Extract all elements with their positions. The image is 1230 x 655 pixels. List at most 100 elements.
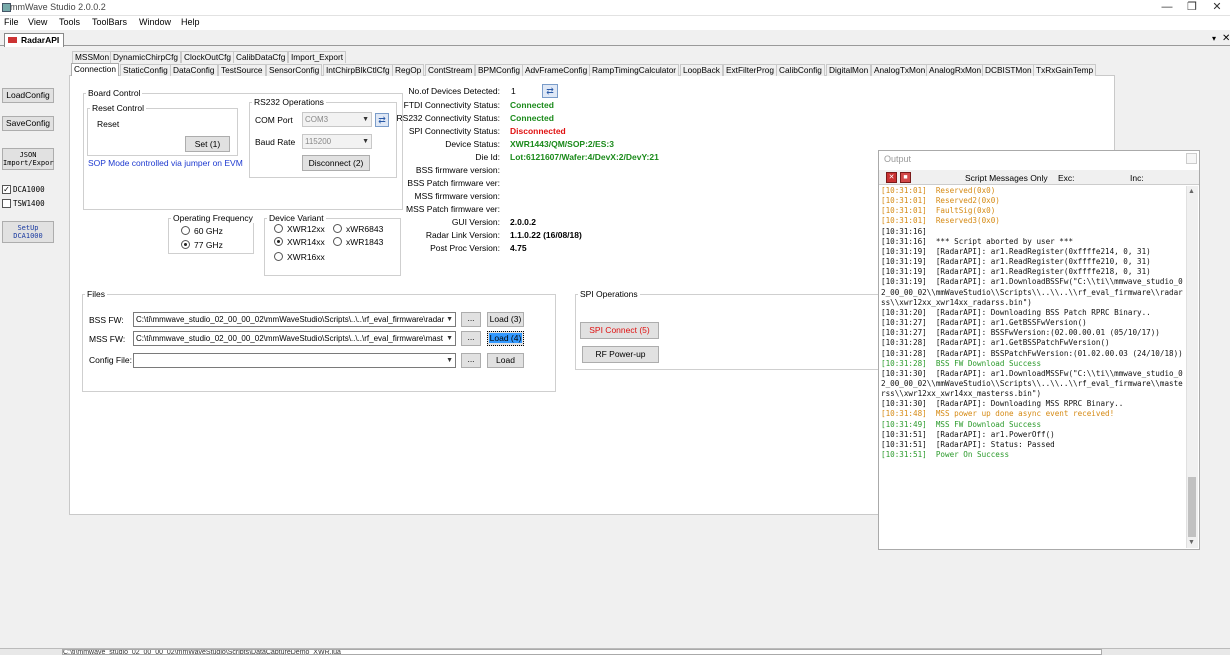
tab-staticconfig[interactable]: StaticConfig — [120, 64, 171, 76]
ftdi-status-label: FTDI Connectivity Status: — [403, 100, 500, 110]
tab-analogtxmon[interactable]: AnalogTxMon — [871, 64, 929, 76]
device-status-label: Device Status: — [445, 139, 500, 149]
minimize-button[interactable]: — — [1160, 1, 1174, 14]
radio-xwr16xx[interactable] — [274, 252, 283, 261]
restore-button[interactable]: ❐ — [1185, 1, 1199, 14]
menu-tools[interactable]: Tools — [59, 17, 80, 27]
tab-intchirpblkctlcfg[interactable]: IntChirpBlkCtlCfg — [323, 64, 393, 76]
menu-file[interactable]: File — [4, 17, 19, 27]
json-import-export-button[interactable]: JSON Import/Expor — [2, 148, 54, 170]
config-file-select[interactable]: ▼ — [133, 353, 456, 368]
load-config-file-button[interactable]: Load — [487, 353, 524, 368]
stop-icon[interactable]: ✕ — [886, 172, 897, 183]
tab-txrxgaintemp[interactable]: TxRxGainTemp — [1033, 64, 1097, 76]
bss-patch-fw-label: BSS Patch firmware ver: — [407, 178, 500, 188]
chevron-down-icon: ▼ — [446, 313, 453, 326]
tab-dynamicchirpcfg[interactable]: DynamicChirpCfg — [110, 51, 182, 63]
document-tab-strip — [0, 32, 1230, 46]
scrollbar-thumb[interactable] — [1188, 477, 1196, 537]
radio-77ghz[interactable] — [181, 240, 190, 249]
die-id-value: Lot:6121607/Wafer:4/DevX:2/DevY:21 — [510, 152, 659, 162]
rf-power-up-button[interactable]: RF Power-up — [582, 346, 659, 363]
script-messages-only-toggle[interactable]: Script Messages Only — [965, 173, 1048, 183]
refresh-icon[interactable]: ⇄ — [375, 113, 389, 127]
config-browse-button[interactable]: ... — [461, 353, 481, 368]
menu-view[interactable]: View — [28, 17, 47, 27]
tab-dataconfig[interactable]: DataConfig — [170, 64, 218, 76]
tab-regop[interactable]: RegOp — [392, 64, 425, 76]
output-log[interactable]: [10:31:01] Reserved(0x0) [10:31:01] Reser… — [881, 186, 1186, 548]
log-line: [10:31:28] BSS FW Download Success — [881, 358, 1042, 368]
tab-analogrxmon[interactable]: AnalogRxMon — [926, 64, 985, 76]
scroll-up-icon[interactable]: ▲ — [1188, 188, 1195, 195]
menu-help[interactable]: Help — [181, 17, 200, 27]
radio-xwr14xx[interactable] — [274, 237, 283, 246]
log-line: [10:31:19] [RadarAPI]: ar1.ReadRegister(… — [881, 257, 1151, 267]
load-config-button[interactable]: LoadConfig — [2, 88, 54, 103]
tsw1400-checkbox[interactable] — [2, 199, 11, 208]
dca1000-checkbox[interactable]: ✓ — [2, 185, 11, 194]
device-status-value: XWR1443/QM/SOP:2/ES:3 — [510, 139, 614, 149]
bss-fw-path-select[interactable]: C:\ti\mmwave_studio_02_00_00_02\mmWaveSt… — [133, 312, 456, 327]
output-title: Output — [884, 154, 912, 164]
com-port-select[interactable]: COM3 ▼ — [302, 112, 372, 127]
menu-window[interactable]: Window — [139, 17, 171, 27]
clear-icon[interactable]: ■ — [900, 172, 911, 183]
bss-browse-button[interactable]: ... — [461, 312, 481, 327]
tab-advframeconfig[interactable]: AdvFrameConfig — [522, 64, 591, 76]
log-line: [10:31:51] Power On Success — [881, 450, 1010, 460]
die-id-label: Die Id: — [475, 152, 500, 162]
output-close-button[interactable] — [1186, 153, 1197, 164]
spi-connect-button[interactable]: SPI Connect (5) — [580, 322, 659, 339]
bss-fw-path: C:\ti\mmwave_studio_02_00_00_02\mmWaveSt… — [136, 315, 445, 324]
ftdi-status-value: Connected — [510, 100, 554, 110]
mss-browse-button[interactable]: ... — [461, 331, 481, 346]
log-line: [10:31:28] [RadarAPI]: BSSPatchFwVersion… — [881, 348, 1183, 358]
tab-dcbistmon[interactable]: DCBISTMon — [982, 64, 1035, 76]
set-button[interactable]: Set (1) — [185, 136, 230, 152]
log-line: [10:31:51] [RadarAPI]: Status: Passed — [881, 439, 1055, 449]
tab-sensorconfig[interactable]: SensorConfig — [266, 64, 323, 76]
radio-60ghz[interactable] — [181, 226, 190, 235]
tab-bpmconfig[interactable]: BPMConfig — [475, 64, 523, 76]
chevron-down-icon[interactable]: ▾ — [1212, 34, 1216, 43]
load-mss-button[interactable]: Load (4) — [487, 331, 524, 346]
radio-xwr1843[interactable] — [333, 237, 342, 246]
xwr6843-label: xWR6843 — [346, 224, 384, 234]
save-config-button[interactable]: SaveConfig — [2, 116, 54, 131]
tab-digitalmon[interactable]: DigitalMon — [826, 64, 872, 76]
menu-toolbars[interactable]: ToolBars — [92, 17, 127, 27]
refresh-devices-icon[interactable]: ⇄ — [542, 84, 558, 98]
board-control-label: Board Control — [86, 88, 143, 98]
setup-dca1000-button[interactable]: SetUp DCA1000 — [2, 221, 54, 243]
tab-ramptimingcalculator[interactable]: RampTimingCalculator — [589, 64, 680, 76]
log-line: [10:31:20] [RadarAPI]: Downloading BSS P… — [881, 307, 1151, 317]
log-line: [10:31:16] — [881, 226, 927, 236]
close-icon[interactable]: ✕ — [1222, 33, 1230, 44]
tab-testsource[interactable]: TestSource — [218, 64, 266, 76]
tab-mssmon[interactable]: MSSMon — [72, 51, 113, 63]
tab-loopback[interactable]: LoopBack — [680, 64, 723, 76]
tab-calibconfig[interactable]: CalibConfig — [776, 64, 825, 76]
mss-fw-path-select[interactable]: C:\ti\mmwave_studio_02_00_00_02\mmWaveSt… — [133, 331, 456, 346]
tsw1400-label: TSW1400 — [13, 199, 45, 208]
setup-label: SetUp — [17, 224, 39, 232]
radio-xwr6843[interactable] — [333, 224, 342, 233]
tab-extfilterprog[interactable]: ExtFilterProg — [723, 64, 777, 76]
tab-clockoutcfg[interactable]: ClockOutCfg — [181, 51, 235, 63]
tab-connection[interactable]: Connection — [71, 63, 119, 76]
gui-version-label: GUI Version: — [451, 217, 500, 227]
tab-contstream[interactable]: ContStream — [425, 64, 476, 76]
scroll-down-icon[interactable]: ▼ — [1188, 539, 1195, 546]
baud-rate-value: 115200 — [305, 137, 332, 146]
load-bss-button[interactable]: Load (3) — [487, 312, 524, 327]
baud-rate-select[interactable]: 115200 ▼ — [302, 134, 372, 149]
tab-calibdatacfg[interactable]: CalibDataCfg — [233, 51, 289, 63]
radio-xwr12xx[interactable] — [274, 224, 283, 233]
xwr16xx-label: XWR16xx — [287, 252, 325, 262]
close-button[interactable]: ✕ — [1210, 1, 1224, 14]
tab-import-export[interactable]: Import_Export — [288, 51, 347, 63]
post-proc-version-value: 4.75 — [510, 243, 527, 253]
disconnect-button[interactable]: Disconnect (2) — [302, 155, 370, 171]
devices-detected-value: 1 — [511, 86, 516, 96]
